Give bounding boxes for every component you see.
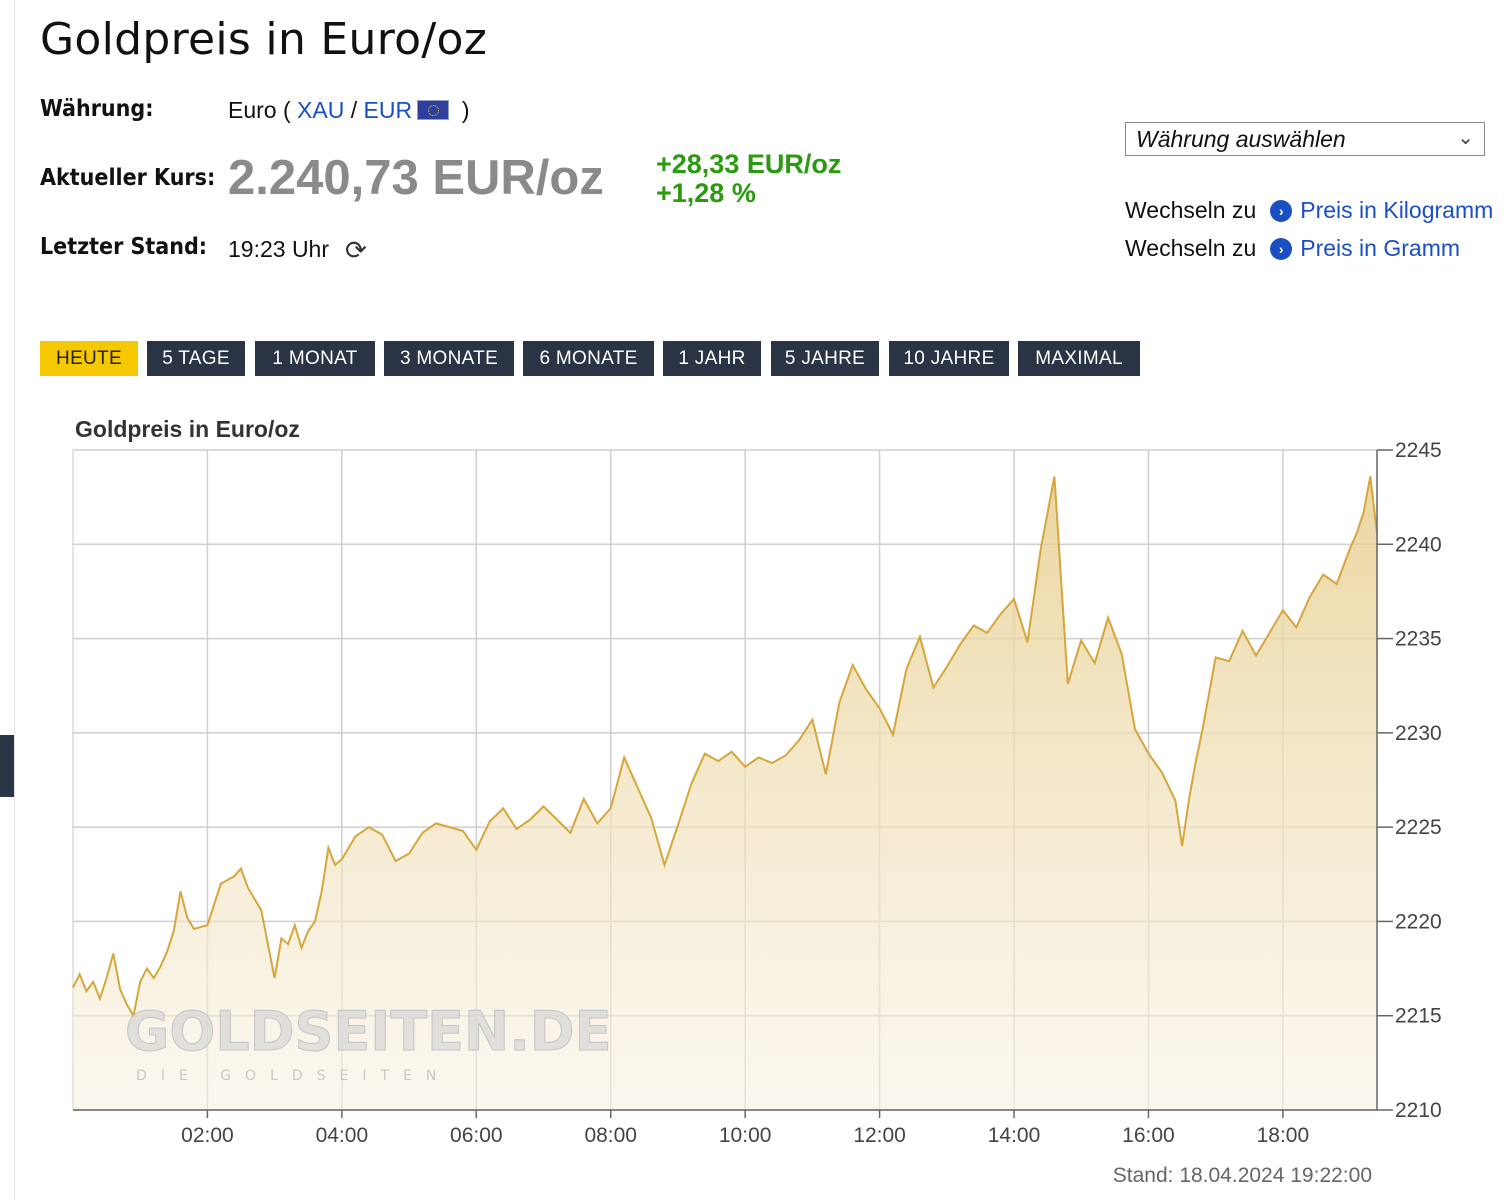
waehrung-label: Währung: [40,96,154,122]
y-tick-label: 2210 [1395,1099,1442,1122]
currency-select-value: Währung auswählen [1136,126,1346,152]
x-tick-label: 18:00 [1257,1124,1310,1147]
x-tick-label: 04:00 [316,1124,369,1147]
x-tick-label: 08:00 [584,1124,637,1147]
current-price: 2.240,73 EUR/oz [228,151,604,205]
y-tick-label: 2240 [1395,533,1442,556]
currency-select[interactable]: Währung auswählen ⌄ [1125,122,1485,156]
change-percent: +1,28 % [656,178,756,208]
waehrung-prefix: Euro ( [228,97,291,123]
tab-5-tage[interactable]: 5 TAGE [147,341,245,376]
watermark-subtitle: DIE GOLDSEITEN [136,1068,450,1084]
chevron-right-icon: › [1270,238,1293,260]
y-tick-label: 2235 [1395,628,1442,651]
eu-flag-icon [417,100,450,120]
left-side-tab[interactable] [0,735,14,797]
chevron-down-icon: ⌄ [1457,127,1474,149]
chevron-right-icon: › [1270,200,1293,222]
tab-3-monate[interactable]: 3 MONATE [384,341,514,376]
y-tick-label: 2220 [1395,910,1442,933]
chart-title: Goldpreis in Euro/oz [75,416,300,442]
switch-g-prefix: Wechseln zu [1125,235,1257,261]
y-tick-label: 2245 [1395,439,1442,462]
waehrung-value: Euro ( XAU / EUR ) [228,97,470,124]
x-tick-label: 16:00 [1122,1124,1175,1147]
tab-1-jahr[interactable]: 1 JAHR [663,341,761,376]
switch-g-row: Wechseln zu › Preis in Gramm [1125,235,1460,262]
waehrung-suffix: ) [461,97,470,123]
refresh-icon[interactable]: ⟳ [345,235,367,266]
chart-footer: Stand: 18.04.2024 19:22:00 [1113,1164,1372,1187]
tab-heute[interactable]: HEUTE [40,341,138,376]
tab-5-jahre[interactable]: 5 JAHRE [771,341,879,376]
switch-kg-row: Wechseln zu › Preis in Kilogramm [1125,197,1493,224]
y-tick-label: 2230 [1395,722,1442,745]
tab-1-monat[interactable]: 1 MONAT [255,341,375,376]
waehrung-separator: / [350,97,358,123]
gold-price-chart: GOLDSEITEN.DE DIE GOLDSEITEN 2210 2215 2220 2… [72,416,1442,1187]
x-tick-label: 06:00 [450,1124,503,1147]
x-tick-label: 12:00 [853,1124,906,1147]
y-tick-label: 2225 [1395,816,1442,839]
xau-link[interactable]: XAU [297,97,344,123]
page-title: Goldpreis in Euro/oz [40,14,488,65]
kurs-label: Aktueller Kurs: [40,165,216,191]
x-tick-label: 02:00 [181,1124,234,1147]
stand-label: Letzter Stand: [40,234,208,260]
change-absolute: +28,33 EUR/oz [656,149,842,179]
x-tick-label: 10:00 [719,1124,772,1147]
stand-value-wrap: 19:23 Uhr ⟳ [228,235,367,266]
left-rail [0,0,15,1200]
stand-value: 19:23 Uhr [228,236,330,262]
tab-10-jahre[interactable]: 10 JAHRE [889,341,1009,376]
switch-g-link[interactable]: Preis in Gramm [1300,235,1460,261]
switch-kg-link[interactable]: Preis in Kilogramm [1300,197,1493,223]
tab-6-monate[interactable]: 6 MONATE [523,341,654,376]
watermark-logo: GOLDSEITEN.DE [125,1000,611,1063]
tab-maximal[interactable]: MAXIMAL [1018,341,1140,376]
switch-kg-prefix: Wechseln zu [1125,197,1257,223]
eur-link[interactable]: EUR [364,97,413,123]
y-tick-label: 2215 [1395,1005,1442,1028]
x-tick-label: 14:00 [988,1124,1041,1147]
